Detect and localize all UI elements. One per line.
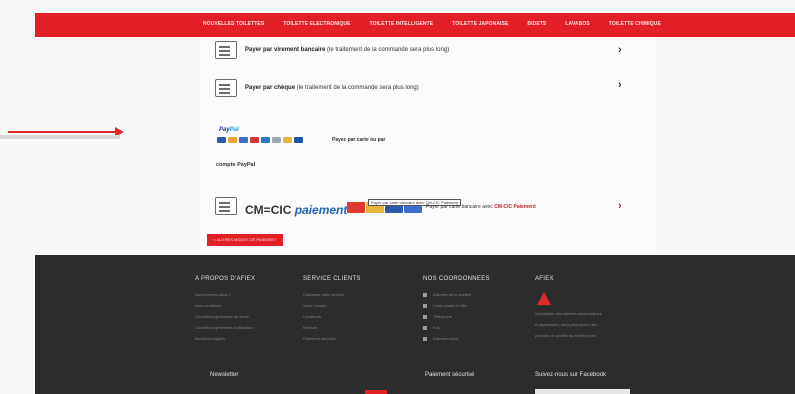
- paypal-text[interactable]: Payez par carte ou par: [332, 137, 385, 143]
- paypal-subtext: compte PayPal: [216, 162, 256, 168]
- footer-link[interactable]: Mentions légales: [195, 336, 255, 341]
- fax-icon: [423, 325, 427, 330]
- footer-contact: NOS COORDONNEES Adresse de la société Co…: [423, 276, 490, 341]
- nav-link-1[interactable]: NOUVELLES TOILETTES: [203, 21, 264, 27]
- footer-link[interactable]: Livraisons: [303, 314, 361, 319]
- nav-link-6[interactable]: LAVABOS: [565, 21, 589, 27]
- annotation-arrow: [8, 127, 124, 137]
- cmcic-text: Payer par carte bancaire avec CM-CIC Pai…: [426, 204, 536, 210]
- cheque-note: (le traitement de la commande sera plus …: [295, 85, 419, 91]
- footer-heading: SERVICE CLIENTS: [303, 276, 361, 282]
- afiex-logo-icon: [537, 292, 551, 305]
- card-icon: [261, 137, 270, 143]
- footer-link[interactable]: Retours: [303, 325, 361, 330]
- secure-payment-heading: Paiement sécurisé: [425, 372, 475, 378]
- newsletter-heading: Newsletter: [210, 372, 239, 378]
- transfer-note: (le traitement de la commande sera plus …: [325, 47, 450, 53]
- footer-desc: et japonaises, nous proposons des: [535, 322, 597, 327]
- footer-link[interactable]: Contacter notre service: [303, 292, 361, 297]
- footer-about: A PROPOS D'AFIEX Qui sommes-nous ? Nos c…: [195, 276, 255, 347]
- site-footer: A PROPOS D'AFIEX Qui sommes-nous ? Nos c…: [35, 255, 795, 394]
- nav-link-5[interactable]: BIDETS: [527, 21, 546, 27]
- footer-link[interactable]: Qui sommes-nous ?: [195, 292, 255, 297]
- footer-heading: NOS COORDONNEES: [423, 276, 490, 282]
- footer-heading: AFIEX: [535, 276, 554, 282]
- footer-link[interactable]: Nos conditions: [195, 303, 255, 308]
- card-icon: [272, 137, 281, 143]
- other-payment-methods-button[interactable]: < AUTRES MODES DE PAIEMENT: [207, 234, 283, 246]
- footer-service: SERVICE CLIENTS Contacter notre service …: [303, 276, 361, 347]
- card-mastercard-icon: [228, 137, 237, 143]
- card-visa-icon: [217, 137, 226, 143]
- chevron-right-icon[interactable]: ›: [618, 200, 622, 212]
- footer-heading: A PROPOS D'AFIEX: [195, 276, 256, 282]
- chevron-right-icon[interactable]: ›: [618, 79, 622, 91]
- bank-transfer-icon: [215, 41, 237, 59]
- footer-afiex: AFIEX Spécialiste des toilettes électron…: [535, 276, 602, 344]
- paypal-logo[interactable]: PayPal: [219, 127, 239, 133]
- email-icon: [423, 336, 427, 341]
- footer-link[interactable]: Conditions générales de vente: [195, 314, 255, 319]
- cheque-title: Payer par chèque: [245, 85, 296, 91]
- nav-link-7[interactable]: TOILETTE CHIMIQUE: [609, 21, 661, 27]
- nav-link-4[interactable]: TOILETTE JAPONAISE: [452, 21, 508, 27]
- footer-link[interactable]: Conditions générales d'utilisation: [195, 325, 255, 330]
- nav-link-3[interactable]: TOILETTE INTELLIGENTE: [370, 21, 434, 27]
- footer-link[interactable]: Votre compte: [303, 303, 361, 308]
- payment-option-cheque[interactable]: Payer par chèque (le traitement de la co…: [215, 79, 419, 97]
- newsletter-input[interactable]: [0, 135, 120, 139]
- footer-desc: produits de qualité au meilleur prix: [535, 333, 596, 338]
- top-navigation-bar: NOUVELLES TOILETTES TOILETTE ELECTRONIQU…: [35, 13, 795, 37]
- footer-desc: Spécialiste des toilettes électroniques: [535, 311, 602, 316]
- location-icon: [423, 292, 427, 297]
- card-icon: [283, 137, 292, 143]
- accepted-cards: [217, 137, 303, 143]
- phone-icon: [423, 314, 427, 319]
- nav-link-2[interactable]: TOILETTE ELECTRONIQUE: [283, 21, 350, 27]
- payment-option-transfer[interactable]: Payer par virement bancaire (le traiteme…: [215, 41, 449, 59]
- card-amex-icon: [239, 137, 248, 143]
- nav-links: NOUVELLES TOILETTES TOILETTE ELECTRONIQU…: [203, 21, 680, 27]
- location-icon: [423, 303, 427, 308]
- card-icon: [294, 137, 303, 143]
- chevron-right-icon[interactable]: ›: [618, 44, 622, 56]
- credit-card-icon: [215, 197, 237, 215]
- cmcic-logo: CM=CIC paiement: [245, 203, 348, 217]
- transfer-title: Payer par virement bancaire: [245, 47, 326, 53]
- cheque-icon: [215, 79, 237, 97]
- facebook-heading: Suivez-nous sur Facebook: [535, 372, 607, 378]
- newsletter-submit-button[interactable]: [365, 390, 387, 394]
- footer-link[interactable]: Paiement sécurisé: [303, 336, 361, 341]
- card-icon: [250, 137, 259, 143]
- card-icon: [347, 202, 365, 213]
- payment-options-panel: Payer par virement bancaire (le traiteme…: [200, 37, 655, 255]
- payment-option-cmcic[interactable]: [215, 197, 237, 215]
- facebook-widget[interactable]: [535, 389, 630, 394]
